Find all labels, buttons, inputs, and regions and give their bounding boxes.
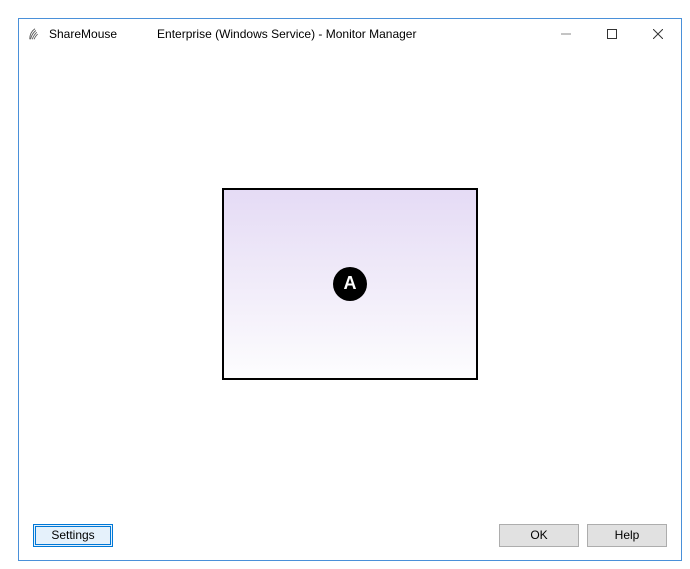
monitor-badge: A [333,267,367,301]
titlebar: ShareMouse Enterprise (Windows Service) … [19,19,681,49]
monitor-a[interactable]: A [222,188,478,380]
close-button[interactable] [635,19,681,49]
ok-button[interactable]: OK [499,524,579,547]
footer: Settings OK Help [19,518,681,560]
settings-button[interactable]: Settings [33,524,113,547]
monitor-label: A [344,273,357,294]
minimize-button[interactable] [543,19,589,49]
app-name: ShareMouse [49,27,117,41]
help-button[interactable]: Help [587,524,667,547]
maximize-button[interactable] [589,19,635,49]
monitor-canvas[interactable]: A [19,49,681,518]
window-subtitle: Enterprise (Windows Service) - Monitor M… [157,27,416,41]
app-icon [27,26,43,42]
window: ShareMouse Enterprise (Windows Service) … [18,18,682,561]
window-controls [543,19,681,49]
